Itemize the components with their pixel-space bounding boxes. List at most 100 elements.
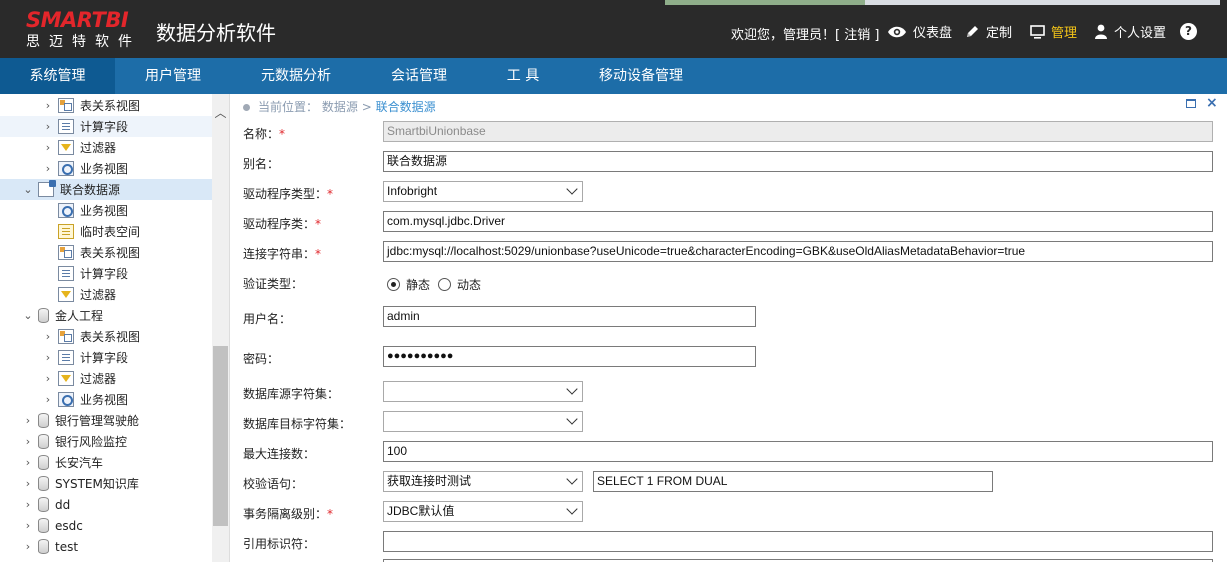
isolation-level-label-text: 事务隔离级别： [243,507,328,521]
chevron-right-icon[interactable]: › [42,351,54,364]
tree-node-calc-field[interactable]: 计算字段 [0,263,212,284]
database-icon [38,434,49,449]
validation-mode-select[interactable]: 获取连接时测试 [383,471,583,492]
chevron-right-icon[interactable]: › [42,162,54,175]
max-connections-field[interactable]: 100 [383,441,1213,462]
quote-identifier-field[interactable] [383,531,1213,552]
tree-node-union-datasource[interactable]: ⌄ 联合数据源 [0,179,212,200]
nav-dashboard[interactable]: 仪表盘 [887,22,952,41]
maximize-icon[interactable] [1186,99,1196,108]
chevron-right-icon[interactable]: › [42,141,54,154]
name-label-text: 名称： [243,127,280,141]
chevron-right-icon[interactable]: › [42,372,54,385]
chevron-right-icon[interactable]: › [22,498,34,511]
chevron-right-icon[interactable]: › [42,393,54,406]
driver-type-select[interactable]: Infobright [383,181,583,202]
chevron-right-icon[interactable]: › [22,519,34,532]
username-field[interactable]: admin [383,306,756,327]
alias-field[interactable]: 联合数据源 [383,151,1213,172]
tree-node-business-view[interactable]: › 业务视图 [0,158,212,179]
tree-node-business-view[interactable]: › 业务视图 [0,389,212,410]
tree-node-table-relation-view[interactable]: 表关系视图 [0,242,212,263]
tree-node-label: 计算字段 [80,120,129,134]
required-mark: * [279,127,286,141]
nav-personal-settings[interactable]: 个人设置 [1094,22,1166,41]
chevron-right-icon[interactable]: › [22,414,34,427]
welcome-logout-link[interactable]: 欢迎您，管理员！[ 注销 ] [731,24,879,43]
tree-node-filter[interactable]: 过滤器 [0,284,212,305]
tree-node-jinren-project[interactable]: ⌄ 金人工程 [0,305,212,326]
tree-node-esdc[interactable]: › esdc [0,515,212,536]
chevron-right-icon[interactable]: › [22,540,34,553]
header-strip-green [665,0,865,5]
driver-class-label-text: 驱动程序类： [243,217,316,231]
menu-metadata-analysis[interactable]: 元数据分析 [231,58,361,94]
source-charset-select[interactable] [383,381,583,402]
auth-dynamic-radio[interactable]: 动态 [438,276,481,293]
close-icon[interactable]: × [1206,95,1218,111]
driver-class-field[interactable]: com.mysql.jdbc.Driver [383,211,1213,232]
menu-user-management[interactable]: 用户管理 [115,58,231,94]
tree-scrollbar-thumb[interactable] [213,346,228,526]
menu-session-management[interactable]: 会话管理 [361,58,477,94]
tree-node-filter[interactable]: › 过滤器 [0,137,212,158]
chevron-down-icon[interactable]: ⌄ [22,309,34,322]
tree-node-bank-risk-monitor[interactable]: › 银行风险监控 [0,431,212,452]
tree-node-label: 表关系视图 [80,246,141,260]
chevron-right-icon[interactable]: › [22,477,34,490]
isolation-level-select[interactable]: JDBC默认值 [383,501,583,522]
tree-node-test[interactable]: › test [0,536,212,557]
connection-string-label-text: 连接字符串： [243,247,316,261]
tree-node-changan-auto[interactable]: › 长安汽车 [0,452,212,473]
tree-node-dd[interactable]: › dd [0,494,212,515]
tree-node-label: 表关系视图 [80,99,141,113]
target-charset-select[interactable] [383,411,583,432]
password-field[interactable]: ●●●●●●●●●● [383,346,756,367]
chevron-right-icon[interactable]: › [22,435,34,448]
tree-node-temp-tablespace[interactable]: 临时表空间 [0,221,212,242]
tree-node-label: 金人工程 [55,309,104,323]
driver-type-label-text: 驱动程序类型： [243,187,328,201]
chevron-right-icon[interactable]: › [22,456,34,469]
tree-node-system-knowledge-base[interactable]: › SYSTEM知识库 [0,473,212,494]
menu-tools[interactable]: 工 具 [477,58,569,94]
breadcrumb-parent-link[interactable]: 数据源 [322,100,358,114]
table-relation-icon [58,98,74,113]
help-icon[interactable]: ? [1180,23,1197,40]
tree-node-label: 业务视图 [80,204,129,218]
filter-icon [58,371,74,386]
max-connections-label: 最大连接数： [243,447,316,461]
tree-node-bank-cockpit[interactable]: › 银行管理驾驶舱 [0,410,212,431]
chevron-right-icon[interactable]: › [42,99,54,112]
tree-node-label: 银行管理驾驶舱 [55,414,140,428]
logo-brand-text: SMARTBI [26,8,129,32]
tree-node-label: 银行风险监控 [55,435,128,449]
tree-node-business-view[interactable]: 业务视图 [0,200,212,221]
nav-customize[interactable]: 定制 [965,22,1012,41]
tree-node-calc-field[interactable]: › 计算字段 [0,347,212,368]
nav-manage[interactable]: 管理 [1030,22,1077,41]
tree-node-table-relation-view[interactable]: › 表关系视图 [0,95,212,116]
calc-field-icon [58,266,74,281]
menu-system-management[interactable]: 系统管理 [0,58,115,94]
auth-static-radio[interactable]: 静态 [387,276,430,293]
chevron-down-icon[interactable]: ⌄ [22,183,34,196]
scroll-up-icon[interactable]: ︿ [212,106,229,120]
chevron-down-icon [566,503,578,515]
tree-node-table-relation-view[interactable]: › 表关系视图 [0,326,212,347]
tree-node-calc-field[interactable]: › 计算字段 [0,116,212,137]
monitor-icon [1030,24,1045,39]
nav-personal-settings-label: 个人设置 [1114,26,1167,41]
calc-field-icon [58,350,74,365]
connection-string-field[interactable]: jdbc:mysql://localhost:5029/unionbase?us… [383,241,1213,262]
password-label: 密码： [243,352,280,366]
chevron-right-icon[interactable]: › [42,330,54,343]
name-field[interactable]: SmartbiUnionbase [383,121,1213,142]
tree-node-label: 临时表空间 [80,225,141,239]
auth-type-label: 验证类型： [243,277,304,291]
tree-node-filter[interactable]: › 过滤器 [0,368,212,389]
menu-mobile-device-management[interactable]: 移动设备管理 [569,58,713,94]
validation-sql-field[interactable]: SELECT 1 FROM DUAL [593,471,993,492]
chevron-right-icon[interactable]: › [42,120,54,133]
app-title: 数据分析软件 [156,21,276,45]
